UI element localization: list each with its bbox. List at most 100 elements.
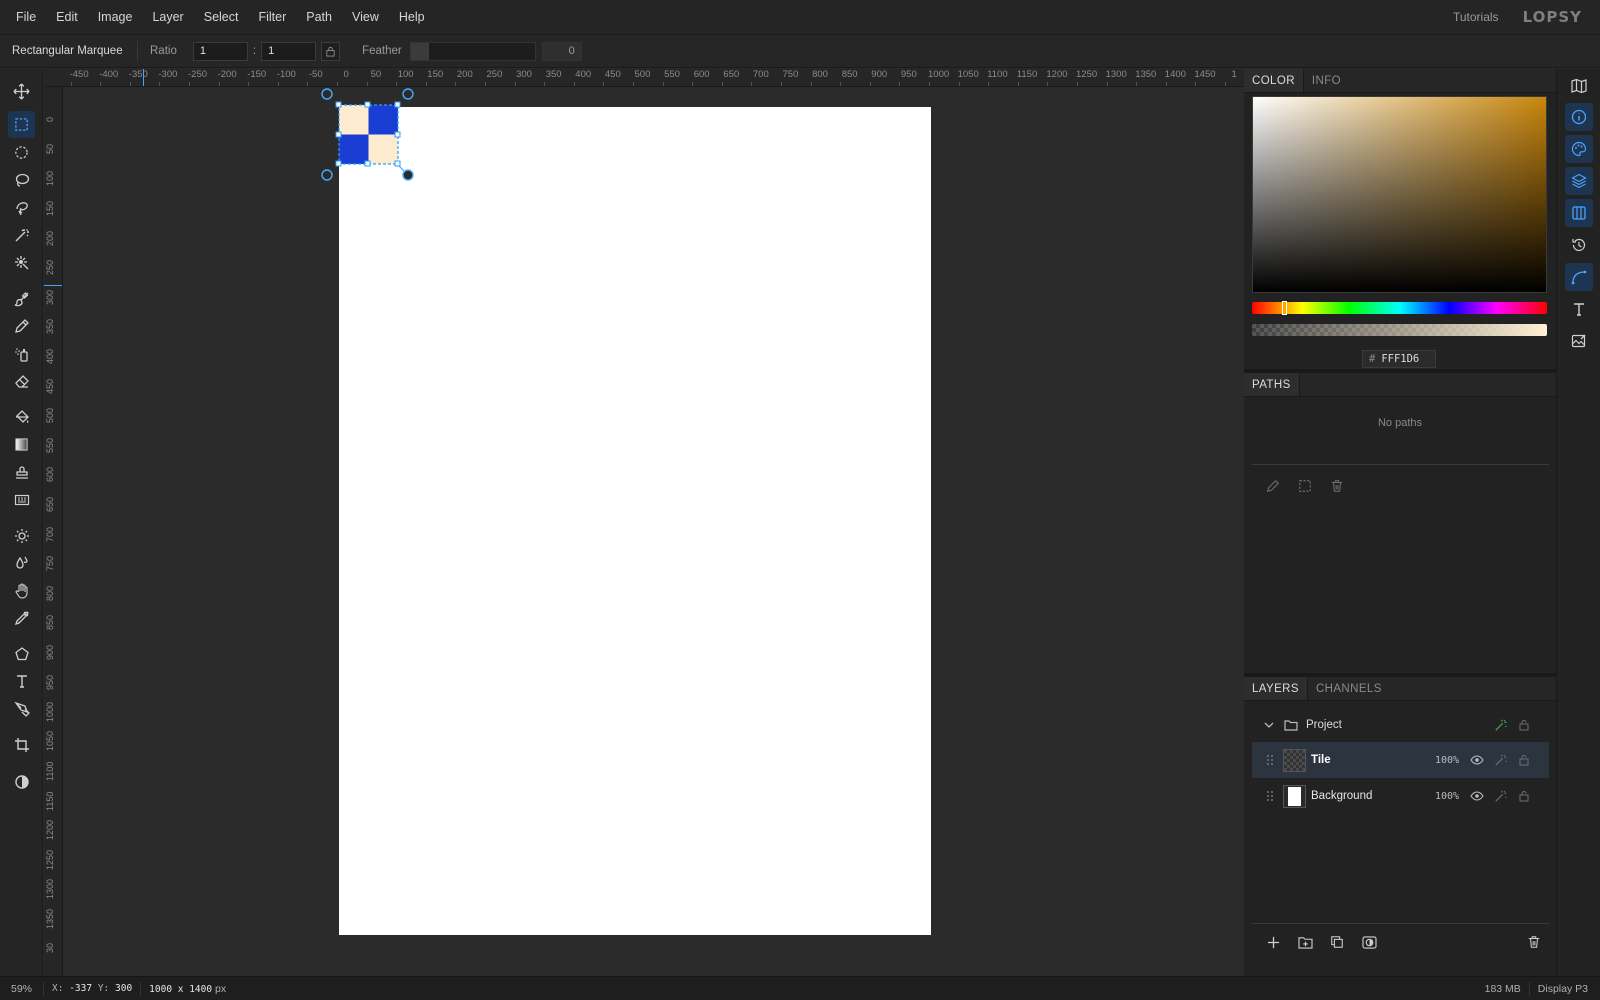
crop-tool[interactable] <box>8 731 35 758</box>
add-mask-button[interactable] <box>1360 933 1378 951</box>
resize-handle-w[interactable] <box>335 131 342 138</box>
add-group-button[interactable] <box>1296 933 1314 951</box>
tutorials-link[interactable]: Tutorials <box>1453 10 1499 24</box>
tab-paths[interactable]: PATHS <box>1244 373 1300 396</box>
alpha-slider[interactable] <box>1252 324 1547 336</box>
layers-toggle[interactable] <box>1565 167 1593 195</box>
quick-selection-tool[interactable] <box>8 249 35 276</box>
layer-opacity[interactable]: 100% <box>1435 755 1459 766</box>
pattern-tool[interactable] <box>8 486 35 513</box>
eraser-tool[interactable] <box>8 367 35 394</box>
clone-stamp-tool[interactable] <box>8 458 35 485</box>
paint-bucket-tool[interactable] <box>8 403 35 430</box>
layer-opacity[interactable]: 100% <box>1435 791 1459 802</box>
effects-icon[interactable] <box>1494 718 1508 732</box>
zoom-level[interactable]: 59% <box>0 981 44 996</box>
paths-toggle[interactable] <box>1565 263 1593 291</box>
text-tool[interactable] <box>8 667 35 694</box>
pen-tool[interactable] <box>8 695 35 722</box>
rotate-handle-bottom-left[interactable] <box>321 169 333 181</box>
hue-slider[interactable] <box>1252 301 1547 315</box>
resize-handle-se[interactable] <box>394 160 401 167</box>
menu-filter[interactable]: Filter <box>248 10 296 24</box>
menu-path[interactable]: Path <box>296 10 342 24</box>
resize-handle-nw[interactable] <box>335 101 342 108</box>
chevron-down-icon[interactable] <box>1264 720 1274 730</box>
rectangular-marquee-tool[interactable] <box>8 111 35 138</box>
rotate-handle-top-left[interactable] <box>321 88 333 100</box>
hex-value[interactable]: FFF1D6 <box>1381 353 1419 365</box>
horizontal-ruler[interactable]: -450 -400 -350 -300 -250 -200 -150 -100 -50 0 50 10… <box>44 69 1244 87</box>
saturation-value-picker[interactable] <box>1252 96 1547 293</box>
menu-image[interactable]: Image <box>88 10 143 24</box>
color-profile[interactable]: Display P3 <box>1530 982 1600 996</box>
eye-icon[interactable] <box>1470 754 1484 766</box>
hand-tool[interactable] <box>8 577 35 604</box>
duplicate-layer-button[interactable] <box>1328 933 1346 951</box>
move-tool[interactable] <box>8 78 35 105</box>
menu-edit[interactable]: Edit <box>46 10 88 24</box>
gradient-tool[interactable] <box>8 431 35 458</box>
rotate-handle-top-right[interactable] <box>402 88 414 100</box>
tab-color[interactable]: COLOR <box>1244 69 1304 92</box>
brush-tool[interactable] <box>8 285 35 312</box>
rotate-handle-bottom-right[interactable] <box>402 169 414 181</box>
magic-wand-tool[interactable] <box>8 221 35 248</box>
lock-icon[interactable] <box>1518 719 1530 731</box>
menu-view[interactable]: View <box>342 10 389 24</box>
tab-layers[interactable]: LAYERS <box>1244 677 1308 700</box>
dodge-tool[interactable] <box>8 522 35 549</box>
feather-slider-knob[interactable] <box>410 42 429 60</box>
image-adjust-toggle[interactable] <box>1565 327 1593 355</box>
drag-handle-icon[interactable] <box>1266 790 1274 802</box>
resize-handle-n[interactable] <box>364 101 371 108</box>
layer-group-row[interactable]: Project <box>1252 707 1549 743</box>
spray-tool[interactable] <box>8 340 35 367</box>
effects-icon[interactable] <box>1494 789 1508 803</box>
feather-value[interactable]: 0 <box>541 41 582 61</box>
blur-tool[interactable] <box>8 549 35 576</box>
ratio-height-input[interactable] <box>261 41 317 61</box>
channels-toggle[interactable] <box>1565 199 1593 227</box>
navigator-toggle[interactable] <box>1565 72 1593 100</box>
menu-help[interactable]: Help <box>389 10 435 24</box>
effects-icon[interactable] <box>1494 753 1508 767</box>
drag-handle-icon[interactable] <box>1266 754 1274 766</box>
history-toggle[interactable] <box>1565 231 1593 259</box>
ratio-lock-button[interactable] <box>321 41 341 61</box>
resize-handle-ne[interactable] <box>394 101 401 108</box>
lasso-tool[interactable] <box>8 166 35 193</box>
quick-mask-toggle[interactable] <box>8 768 35 795</box>
resize-handle-s[interactable] <box>364 160 371 167</box>
layer-name[interactable]: Tile <box>1311 754 1331 766</box>
character-toggle[interactable] <box>1565 295 1593 323</box>
vertical-ruler[interactable]: 0 50 100 150 200 250 300 350 400 450 500 550 600 650 7… <box>44 87 63 976</box>
magnetic-lasso-tool[interactable] <box>8 194 35 221</box>
ratio-width-input[interactable] <box>192 41 248 61</box>
eye-icon[interactable] <box>1470 790 1484 802</box>
elliptical-marquee-tool[interactable] <box>8 139 35 166</box>
canvas-area[interactable] <box>63 87 1244 976</box>
tab-info[interactable]: INFO <box>1304 69 1349 92</box>
info-toggle[interactable] <box>1565 103 1593 131</box>
resize-handle-e[interactable] <box>394 131 401 138</box>
lock-icon[interactable] <box>1518 754 1530 766</box>
delete-layer-button[interactable] <box>1525 933 1543 951</box>
tab-channels[interactable]: CHANNELS <box>1308 677 1390 700</box>
menu-file[interactable]: File <box>6 10 46 24</box>
path-to-selection-button[interactable] <box>1296 477 1314 495</box>
hue-marker[interactable] <box>1282 301 1287 315</box>
layer-row-background[interactable]: Background 100% <box>1252 778 1549 814</box>
path-edit-button[interactable] <box>1264 477 1282 495</box>
resize-handle-sw[interactable] <box>335 160 342 167</box>
eyedropper-tool[interactable] <box>8 604 35 631</box>
pencil-tool[interactable] <box>8 312 35 339</box>
feather-slider[interactable] <box>409 41 536 61</box>
add-layer-button[interactable] <box>1264 933 1282 951</box>
menu-select[interactable]: Select <box>194 10 249 24</box>
hex-input[interactable]: # FFF1D6 <box>1362 350 1436 368</box>
lock-icon[interactable] <box>1518 790 1530 802</box>
layer-name[interactable]: Background <box>1311 790 1372 802</box>
color-toggle[interactable] <box>1565 135 1593 163</box>
menu-layer[interactable]: Layer <box>142 10 193 24</box>
